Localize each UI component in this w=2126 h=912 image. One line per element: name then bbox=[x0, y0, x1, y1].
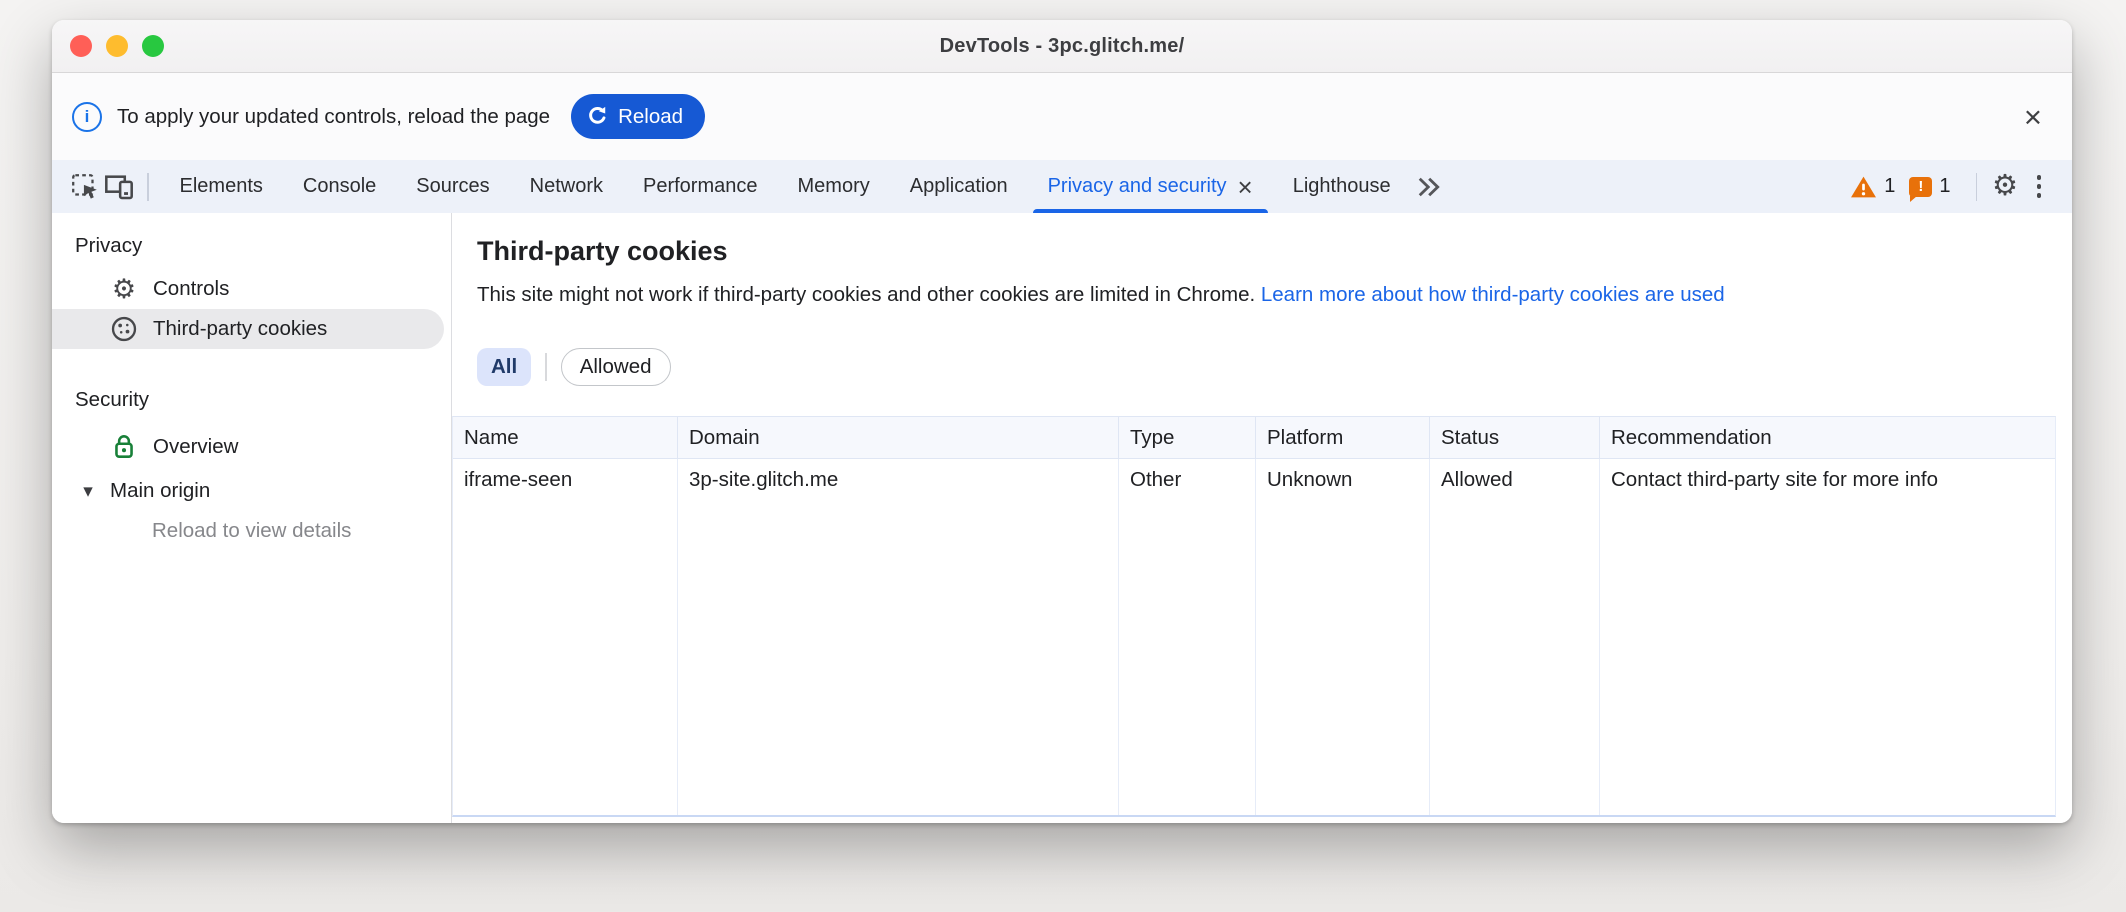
cookies-table: Name Domain Type Platform Status Recomme… bbox=[452, 416, 2056, 817]
table-cell-platform[interactable]: Unknown bbox=[1256, 459, 1430, 815]
infobar-close-button[interactable]: × bbox=[2018, 100, 2048, 133]
table-cell-name[interactable]: iframe-seen bbox=[453, 459, 678, 815]
filter-chip-allowed[interactable]: Allowed bbox=[561, 348, 671, 386]
expander-triangle-icon[interactable]: ▾ bbox=[78, 480, 98, 503]
column-header-status[interactable]: Status bbox=[1430, 417, 1600, 459]
reload-button-label: Reload bbox=[618, 105, 683, 129]
cookie-icon bbox=[110, 315, 138, 343]
devtools-toolbar: Elements Console Sources Network Perform… bbox=[52, 160, 2072, 213]
table-cell-status[interactable]: Allowed bbox=[1430, 459, 1600, 815]
sidebar-section-security: Security bbox=[75, 385, 451, 415]
customize-menu-button[interactable] bbox=[2022, 170, 2056, 204]
sidebar-item-main-origin[interactable]: ▾ Main origin bbox=[52, 471, 451, 511]
close-window-button[interactable] bbox=[70, 35, 92, 57]
window-title: DevTools - 3pc.glitch.me/ bbox=[52, 35, 2072, 58]
kebab-menu-icon bbox=[2037, 175, 2042, 198]
reload-icon bbox=[586, 105, 609, 128]
gear-icon: ⚙ bbox=[1992, 172, 2018, 201]
sidebar-section-privacy: Privacy bbox=[75, 231, 451, 261]
tab-label: Elements bbox=[180, 175, 263, 198]
tab-label: Sources bbox=[416, 175, 489, 198]
tab-label: Performance bbox=[643, 175, 758, 198]
inspect-cursor-icon bbox=[70, 172, 100, 202]
desktop-background: DevTools - 3pc.glitch.me/ i To apply you… bbox=[0, 0, 2126, 912]
privacy-security-sidebar: Privacy ⚙ Controls T bbox=[52, 213, 452, 823]
third-party-cookies-panel: Third-party cookies This site might not … bbox=[452, 213, 2072, 823]
tab-label: Privacy and security bbox=[1048, 175, 1227, 198]
table-cell-type[interactable]: Other bbox=[1119, 459, 1256, 815]
infobar-message: To apply your updated controls, reload t… bbox=[117, 105, 550, 129]
sidebar-item-overview[interactable]: Overview bbox=[52, 427, 451, 467]
sidebar-item-label: Main origin bbox=[110, 479, 210, 503]
tab-sources[interactable]: Sources bbox=[396, 160, 509, 213]
table-cell-recommendation[interactable]: Contact third-party site for more info bbox=[1600, 459, 2055, 815]
tab-application[interactable]: Application bbox=[890, 160, 1028, 213]
tab-performance[interactable]: Performance bbox=[623, 160, 778, 213]
issues-icon: ! bbox=[1909, 177, 1932, 197]
traffic-lights bbox=[70, 35, 164, 57]
page-description: This site might not work if third-party … bbox=[477, 281, 2072, 309]
column-header-domain[interactable]: Domain bbox=[678, 417, 1119, 459]
tab-memory[interactable]: Memory bbox=[778, 160, 890, 213]
toolbar-separator bbox=[147, 173, 149, 201]
sidebar-item-label: Overview bbox=[153, 435, 238, 459]
sidebar-item-third-party-cookies[interactable]: Third-party cookies bbox=[52, 309, 444, 349]
gear-icon: ⚙ bbox=[110, 276, 138, 303]
tab-elements[interactable]: Elements bbox=[160, 160, 283, 213]
column-header-platform[interactable]: Platform bbox=[1256, 417, 1430, 459]
tab-label: Memory bbox=[798, 175, 870, 198]
filter-chips: All Allowed bbox=[477, 348, 2072, 386]
issue-count: 1 bbox=[1939, 175, 1950, 198]
titlebar[interactable]: DevTools - 3pc.glitch.me/ bbox=[52, 20, 2072, 73]
double-chevron-icon bbox=[1415, 175, 1441, 199]
column-header-recommendation[interactable]: Recommendation bbox=[1600, 417, 2055, 459]
sidebar-item-label: Controls bbox=[153, 277, 229, 301]
panel-content: Privacy ⚙ Controls T bbox=[52, 213, 2072, 823]
learn-more-link[interactable]: Learn more about how third-party cookies… bbox=[1261, 283, 1725, 306]
tab-network[interactable]: Network bbox=[510, 160, 623, 213]
table-cell-domain[interactable]: 3p-site.glitch.me bbox=[678, 459, 1119, 815]
warning-triangle-icon bbox=[1850, 175, 1877, 199]
device-toolbar-button[interactable] bbox=[102, 170, 136, 204]
warning-count: 1 bbox=[1884, 175, 1895, 198]
tab-privacy-and-security[interactable]: Privacy and security × bbox=[1028, 160, 1273, 213]
zoom-window-button[interactable] bbox=[142, 35, 164, 57]
info-icon: i bbox=[72, 102, 102, 132]
chip-separator bbox=[545, 353, 547, 381]
tab-lighthouse[interactable]: Lighthouse bbox=[1273, 160, 1411, 213]
inspect-element-button[interactable] bbox=[68, 170, 102, 204]
tab-close-icon[interactable]: × bbox=[1238, 174, 1253, 200]
page-title: Third-party cookies bbox=[477, 235, 2072, 267]
close-icon: × bbox=[2024, 99, 2042, 134]
device-toolbar-icon bbox=[104, 173, 134, 200]
tab-label: Network bbox=[530, 175, 603, 198]
sidebar-reload-note: Reload to view details bbox=[52, 511, 451, 551]
issues-badge[interactable]: ! 1 bbox=[1909, 175, 1950, 198]
settings-button[interactable]: ⚙ bbox=[1988, 170, 2022, 204]
infobar: i To apply your updated controls, reload… bbox=[52, 73, 2072, 160]
tab-console[interactable]: Console bbox=[283, 160, 396, 213]
description-text: This site might not work if third-party … bbox=[477, 283, 1261, 306]
column-header-type[interactable]: Type bbox=[1119, 417, 1256, 459]
column-header-name[interactable]: Name bbox=[453, 417, 678, 459]
tab-label: Console bbox=[303, 175, 376, 198]
reload-button[interactable]: Reload bbox=[571, 94, 705, 139]
toolbar-separator bbox=[1976, 173, 1978, 201]
toolbar-right-cluster: 1 ! 1 ⚙ bbox=[1850, 170, 2056, 204]
minimize-window-button[interactable] bbox=[106, 35, 128, 57]
tab-label: Lighthouse bbox=[1293, 175, 1391, 198]
tab-label: Application bbox=[910, 175, 1008, 198]
devtools-window: DevTools - 3pc.glitch.me/ i To apply you… bbox=[52, 20, 2072, 823]
filter-chip-all[interactable]: All bbox=[477, 348, 531, 386]
sidebar-item-label: Third-party cookies bbox=[153, 317, 327, 341]
more-tabs-button[interactable] bbox=[1411, 170, 1445, 204]
selected-tab-underline bbox=[1033, 209, 1268, 213]
warnings-badge[interactable]: 1 bbox=[1850, 175, 1895, 199]
lock-icon bbox=[110, 433, 138, 461]
sidebar-item-controls[interactable]: ⚙ Controls bbox=[52, 269, 451, 309]
